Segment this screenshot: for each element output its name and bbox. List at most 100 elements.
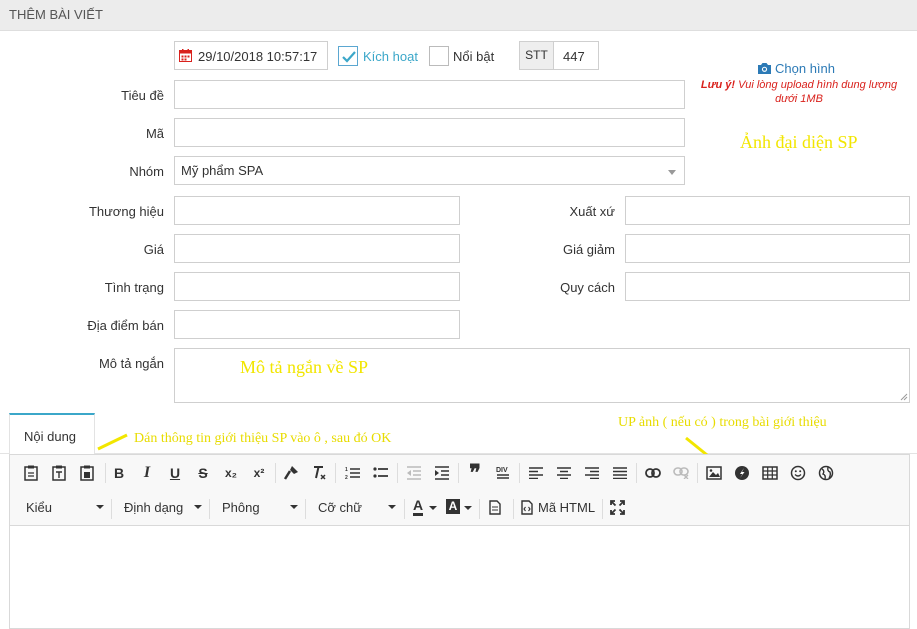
svg-text:2: 2 <box>345 475 348 480</box>
annotation-arrow-paste <box>97 433 128 451</box>
maximize-icon[interactable] <box>607 497 629 519</box>
short-desc-label: Mô tả ngắn <box>98 356 164 371</box>
text-color-button[interactable]: A <box>411 497 437 519</box>
upload-note: Lưu ý! Vui lòng upload hình dung lượng d… <box>696 78 902 106</box>
flash-icon[interactable] <box>731 462 753 484</box>
active-checkbox[interactable] <box>338 46 358 66</box>
toolbar-separator <box>513 499 514 519</box>
editor-content-area[interactable] <box>9 526 910 629</box>
copy-format-icon[interactable] <box>280 462 302 484</box>
div-container-icon[interactable]: DIV <box>492 462 514 484</box>
paste-word-icon[interactable] <box>76 462 98 484</box>
choose-image-button[interactable]: Chọn hình <box>757 61 835 76</box>
bold-button[interactable]: B <box>108 462 130 484</box>
camera-icon <box>758 63 771 74</box>
align-left-icon[interactable] <box>525 462 547 484</box>
svg-text:1: 1 <box>345 467 348 473</box>
tab-content-label: Nội dung <box>24 429 77 444</box>
group-label: Nhóm <box>129 164 164 179</box>
tab-content[interactable]: Nội dung <box>9 413 95 454</box>
image-icon[interactable] <box>703 462 725 484</box>
font-dropdown-label: Phông <box>222 500 260 515</box>
toolbar-separator <box>479 499 480 519</box>
format-dropdown-label: Định dạng <box>124 500 184 515</box>
stt-field[interactable]: STT 447 <box>519 41 599 70</box>
toolbar-separator <box>697 463 698 483</box>
spec-label: Quy cách <box>560 280 615 295</box>
annotation-short-desc: Mô tả ngắn về SP <box>240 357 368 377</box>
source-html-button[interactable]: Mã HTML <box>519 497 599 519</box>
chevron-down-icon <box>464 506 472 510</box>
link-icon[interactable] <box>642 462 664 484</box>
chevron-down-icon <box>388 505 396 509</box>
sale-price-label: Giá giảm <box>562 242 615 257</box>
bulleted-list-icon[interactable] <box>370 462 392 484</box>
featured-checkbox[interactable] <box>429 46 449 66</box>
condition-input[interactable] <box>174 272 460 301</box>
format-dropdown[interactable]: Định dạng <box>116 497 202 519</box>
italic-button[interactable]: I <box>136 462 158 484</box>
origin-input[interactable] <box>625 196 910 225</box>
annotation-upload: UP ảnh ( nếu có ) trong bài giới thiệu <box>618 415 827 430</box>
origin-label: Xuất xứ <box>569 204 615 219</box>
style-dropdown[interactable]: Kiểu <box>18 497 104 519</box>
sale-price-input[interactable] <box>625 234 910 263</box>
align-justify-icon[interactable] <box>609 462 631 484</box>
align-center-icon[interactable] <box>553 462 575 484</box>
superscript-button[interactable]: x² <box>248 462 270 484</box>
title-label: Tiêu đề <box>121 88 164 103</box>
svg-text:DIV: DIV <box>496 467 508 474</box>
annotation-paste: Dán thông tin giới thiệu SP vào ô , sau … <box>134 431 392 446</box>
unlink-icon[interactable] <box>670 462 692 484</box>
spec-input[interactable] <box>625 272 910 301</box>
location-input[interactable] <box>174 310 460 339</box>
check-icon <box>342 51 356 63</box>
outdent-icon[interactable] <box>403 462 425 484</box>
condition-label: Tình trạng <box>104 280 164 295</box>
upload-note-line2: dưới 1MB <box>775 93 823 105</box>
group-select[interactable]: Mỹ phẩm SPA <box>174 156 685 185</box>
strikethrough-button[interactable]: S <box>192 462 214 484</box>
chevron-down-icon <box>429 506 437 510</box>
subscript-button[interactable]: x₂ <box>220 462 242 484</box>
location-label: Địa điểm bán <box>87 318 164 333</box>
blockquote-button[interactable]: ❞ <box>464 460 486 485</box>
group-select-value: Mỹ phẩm SPA <box>181 163 264 178</box>
table-icon[interactable] <box>759 462 781 484</box>
style-dropdown-label: Kiểu <box>26 500 53 515</box>
page-header: THÊM BÀI VIẾT <box>0 0 917 31</box>
choose-image-label: Chọn hình <box>775 61 835 76</box>
paste-text-icon[interactable] <box>48 462 70 484</box>
remove-format-icon[interactable] <box>308 462 330 484</box>
brand-input[interactable] <box>174 196 460 225</box>
align-right-icon[interactable] <box>581 462 603 484</box>
featured-label: Nổi bật <box>453 49 495 64</box>
annotation-avatar: Ảnh đại diện SP <box>740 132 858 152</box>
chevron-down-icon <box>194 505 202 509</box>
price-input[interactable] <box>174 234 460 263</box>
font-size-dropdown[interactable]: Cỡ chữ <box>310 497 396 519</box>
resize-handle-icon[interactable] <box>900 393 908 401</box>
smiley-icon[interactable] <box>787 462 809 484</box>
code-label: Mã <box>145 126 164 141</box>
title-input[interactable] <box>174 80 685 109</box>
editor-toolbar: B I U S x₂ x² 12 ❞ DIV Kiểu Định dạng Ph… <box>9 454 910 526</box>
iframe-globe-icon[interactable] <box>815 462 837 484</box>
toolbar-separator <box>602 499 603 519</box>
toolbar-separator <box>636 463 637 483</box>
templates-icon[interactable] <box>485 497 507 519</box>
numbered-list-icon[interactable]: 12 <box>342 462 364 484</box>
calendar-icon <box>179 49 192 62</box>
page-title: THÊM BÀI VIẾT <box>9 7 103 22</box>
bg-color-button[interactable]: A <box>444 497 472 519</box>
chevron-down-icon <box>290 505 298 509</box>
toolbar-separator <box>111 499 112 519</box>
source-html-label: Mã HTML <box>538 500 596 515</box>
toolbar-separator <box>305 499 306 519</box>
underline-button[interactable]: U <box>164 462 186 484</box>
paste-icon[interactable] <box>20 462 42 484</box>
code-input[interactable] <box>174 118 685 147</box>
indent-icon[interactable] <box>431 462 453 484</box>
date-field[interactable]: 29/10/2018 10:57:17 <box>174 41 328 70</box>
font-dropdown[interactable]: Phông <box>214 497 298 519</box>
